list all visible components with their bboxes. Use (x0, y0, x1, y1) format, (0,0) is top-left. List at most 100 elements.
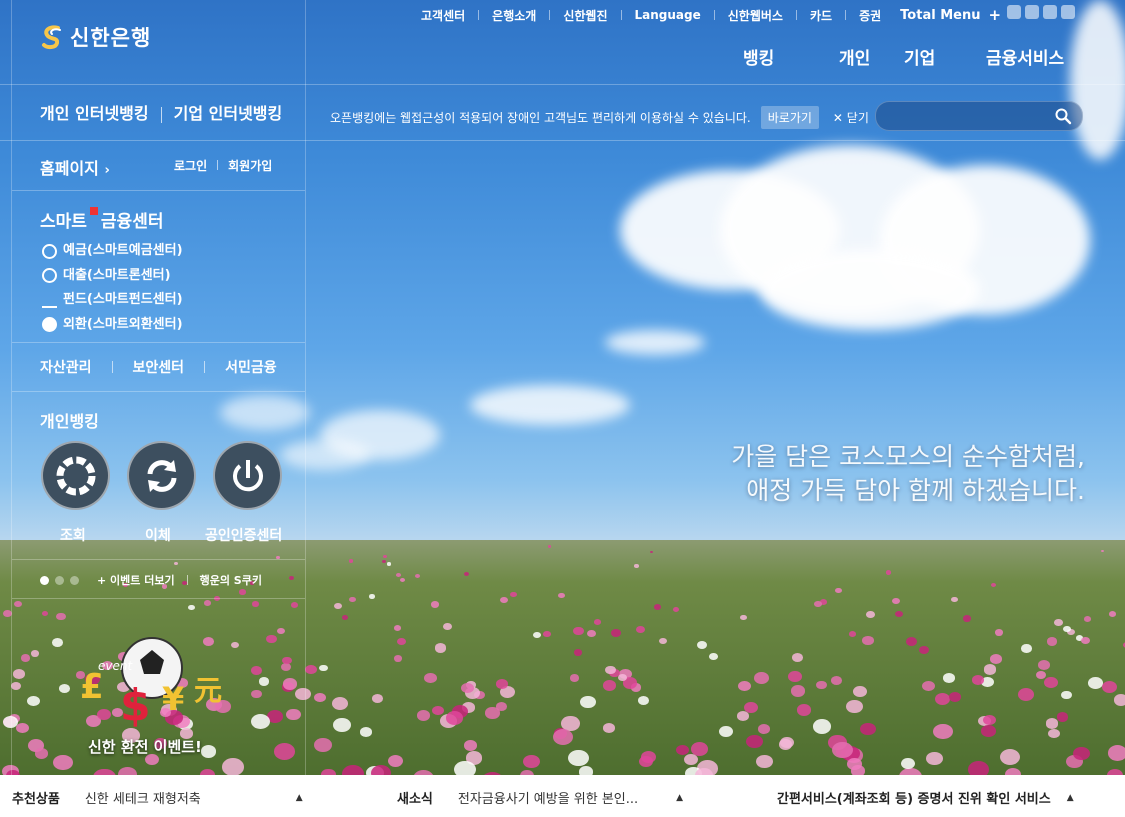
cosmos-flower (288, 575, 295, 580)
mobile-icon[interactable] (1061, 5, 1075, 19)
cosmos-flower (1035, 671, 1046, 680)
asset-management-link[interactable]: 자산관리 (40, 357, 92, 377)
topnav-language[interactable]: Language (622, 8, 714, 22)
cosmos-flower (831, 741, 853, 759)
corporate-internet-banking-link[interactable]: 기업 인터넷뱅킹 (174, 104, 283, 123)
svg-text:£: £ (80, 667, 104, 707)
topnav-bank-intro[interactable]: 은행소개 (479, 7, 549, 24)
topnav-webzine[interactable]: 신한웹진 (550, 7, 620, 24)
facebook-icon[interactable] (1007, 5, 1021, 19)
smart-loan-link[interactable]: 대출(스마트론센터) (42, 264, 183, 289)
internet-banking-links: 개인 인터넷뱅킹 기업 인터넷뱅킹 (40, 100, 282, 124)
cosmos-flower (1080, 636, 1090, 645)
cosmos-flower (510, 591, 517, 597)
smart-deposit-link[interactable]: 예금(스마트예금센터) (42, 239, 183, 264)
topnav-customer-center[interactable]: 고객센터 (408, 7, 478, 24)
quick-service-title[interactable]: 간편서비스(계좌조회 등) 증명서 진위 확인 서비스 (777, 788, 1051, 807)
recommended-product-link[interactable]: 신한 세테크 재형저축 (85, 788, 201, 807)
cosmos-flower (683, 753, 698, 766)
mainnav-personal[interactable]: 개인 (839, 44, 904, 69)
cosmos-flower (790, 684, 806, 697)
cosmos-flower (395, 573, 401, 578)
cosmos-flower (967, 761, 989, 775)
cosmos-flower (282, 678, 297, 690)
cosmos-flower (848, 630, 857, 637)
security-center-link[interactable]: 보안센터 (133, 357, 185, 377)
shortcut-button[interactable]: 바로가기 (760, 106, 819, 129)
login-link[interactable]: 로그인 (174, 159, 207, 173)
topnav-webbus[interactable]: 신한웹버스 (715, 7, 796, 24)
cosmos-flower (788, 671, 802, 682)
inquiry-label: 조회 (60, 528, 86, 544)
transfer-label: 이체 (145, 528, 171, 544)
caret-up-icon[interactable]: ▲ (296, 793, 303, 803)
cosmos-flower (658, 637, 667, 645)
caret-up-icon[interactable]: ▲ (676, 793, 683, 803)
divider (0, 84, 1125, 85)
power-key-icon (232, 459, 263, 491)
personal-internet-banking-link[interactable]: 개인 인터넷뱅킹 (40, 104, 149, 123)
mainnav-banking[interactable]: 뱅킹 (743, 44, 839, 69)
news-link[interactable]: 전자금융사기 예방을 위한 본인... (458, 788, 638, 807)
total-menu-button[interactable]: Total Menu (900, 8, 980, 23)
close-notice-button[interactable]: ✕ 닫기 (833, 109, 869, 126)
lucky-cookie-link[interactable]: 행운의 S쿠키 (200, 572, 262, 588)
fund-chart-icon (42, 293, 57, 308)
transfer-button[interactable] (127, 441, 196, 510)
smart-fx-label: 외환(스마트외환센터) (63, 316, 183, 332)
cosmos-flower (611, 629, 622, 637)
cosmos-flower (971, 675, 984, 685)
shinhan-logo[interactable]: 신한은행 (40, 22, 151, 52)
inclusive-finance-link[interactable]: 서민금융 (225, 357, 277, 377)
mainnav-financial-services[interactable]: 금융서비스 (986, 44, 1064, 69)
cosmos-flower (286, 708, 301, 720)
cosmos-flower (20, 653, 31, 662)
cosmos-flower (415, 573, 421, 578)
event-more-link[interactable]: + 이벤트 더보기 (97, 572, 175, 588)
blog-icon[interactable] (1043, 5, 1057, 19)
mainnav-corporate[interactable]: 기업 (904, 44, 986, 69)
cosmos-flower (445, 710, 464, 725)
cosmos-flower (238, 589, 246, 595)
homepage-label: 홈페이지 (40, 159, 99, 178)
cosmos-flower (387, 562, 392, 566)
cosmos-flower (42, 610, 49, 616)
cosmos-flower (1000, 748, 1021, 765)
cosmos-flower (251, 689, 262, 698)
cosmos-flower (739, 614, 747, 621)
cosmos-flower (442, 622, 452, 631)
main-navigation: 뱅킹 개인 기업 금융서비스 (743, 44, 1064, 69)
smart-center-title: 스마트 금융센터 (40, 207, 163, 232)
cosmos-flower (27, 695, 40, 706)
twitter-icon[interactable] (1025, 5, 1039, 19)
cosmos-flower (831, 675, 843, 685)
cosmos-flower (932, 723, 953, 740)
search-icon[interactable] (1054, 107, 1072, 125)
cosmos-flower (454, 760, 476, 775)
smart-fx-link[interactable]: 외환(스마트외환센터) (42, 313, 183, 338)
slide-dot[interactable] (70, 575, 79, 585)
cosmos-flower (634, 564, 639, 568)
plus-icon[interactable]: + (988, 6, 1001, 24)
inquiry-button[interactable] (41, 441, 110, 510)
smart-fund-link[interactable]: 펀드(스마트펀드센터) (42, 288, 183, 313)
cosmos-flower (12, 668, 26, 679)
join-link[interactable]: 회원가입 (228, 159, 272, 173)
cosmos-flower (431, 601, 440, 608)
cosmos-flower (424, 673, 437, 684)
search-input[interactable] (888, 107, 1052, 127)
top-navigation: 고객센터 은행소개 신한웹진 Language 신한웹버스 카드 증권 Tota… (408, 6, 1001, 24)
cosmos-flower (906, 636, 917, 646)
topnav-securities[interactable]: 증권 (846, 7, 894, 24)
caret-up-icon[interactable]: ▲ (1067, 793, 1074, 803)
event-badge: event (98, 659, 133, 673)
cosmos-flower (485, 707, 500, 719)
cosmos-flower (981, 724, 996, 737)
topnav-card[interactable]: 카드 (797, 7, 845, 24)
divider (12, 559, 305, 560)
slide-dot[interactable] (55, 575, 64, 585)
slide-dot-active[interactable] (40, 575, 49, 585)
smart-title-part1: 스마트 (40, 212, 87, 232)
homepage-link[interactable]: 홈페이지 › (40, 155, 110, 179)
certificate-center-button[interactable] (213, 441, 282, 510)
